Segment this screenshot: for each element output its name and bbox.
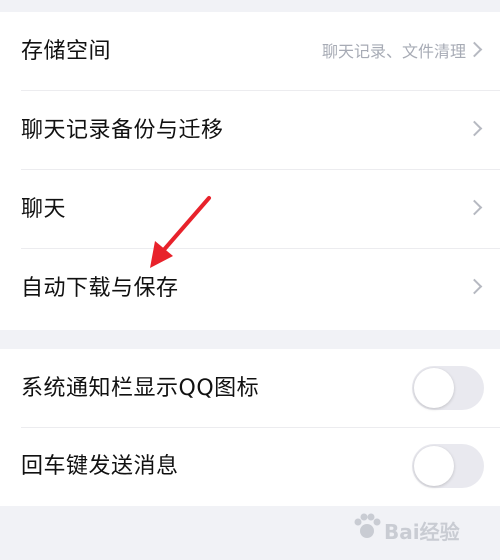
settings-row-qq-icon-notification[interactable]: 系统通知栏显示QQ图标 <box>0 349 500 428</box>
row-label: 聊天记录备份与迁移 <box>21 118 224 143</box>
red-arrow-icon <box>150 196 211 268</box>
toggle-knob <box>414 368 454 408</box>
settings-row-chat[interactable]: 聊天 <box>0 170 500 249</box>
row-label: 存储空间 <box>21 39 112 64</box>
settings-row-enter-to-send[interactable]: 回车键发送消息 <box>0 427 500 506</box>
toggle-knob <box>414 446 454 486</box>
row-label: 系统通知栏显示QQ图标 <box>21 376 260 401</box>
row-label: 聊天 <box>21 197 67 222</box>
watermark-text: Bai经验 <box>384 520 460 544</box>
row-label: 回车键发送消息 <box>21 454 179 479</box>
toggle-switch[interactable] <box>412 444 484 488</box>
chevron-right-icon <box>466 199 483 216</box>
chevron-right-icon <box>466 278 483 295</box>
settings-row-storage[interactable]: 存储空间 聊天记录、文件清理 <box>0 12 500 91</box>
settings-row-auto-download[interactable]: 自动下载与保存 <box>0 249 500 328</box>
settings-row-chat-backup[interactable]: 聊天记录备份与迁移 <box>0 91 500 170</box>
chevron-right-icon <box>466 120 483 137</box>
settings-group-toggles: 系统通知栏显示QQ图标 回车键发送消息 <box>0 349 500 506</box>
chevron-right-icon <box>466 41 483 58</box>
watermark: Bai经验 <box>350 510 490 554</box>
row-value: 聊天记录、文件清理 <box>321 42 466 61</box>
toggle-switch[interactable] <box>412 366 484 410</box>
settings-group-storage: 存储空间 聊天记录、文件清理 聊天记录备份与迁移 聊天 自动下载与保存 <box>0 12 500 330</box>
paw-logo-icon <box>354 513 381 538</box>
